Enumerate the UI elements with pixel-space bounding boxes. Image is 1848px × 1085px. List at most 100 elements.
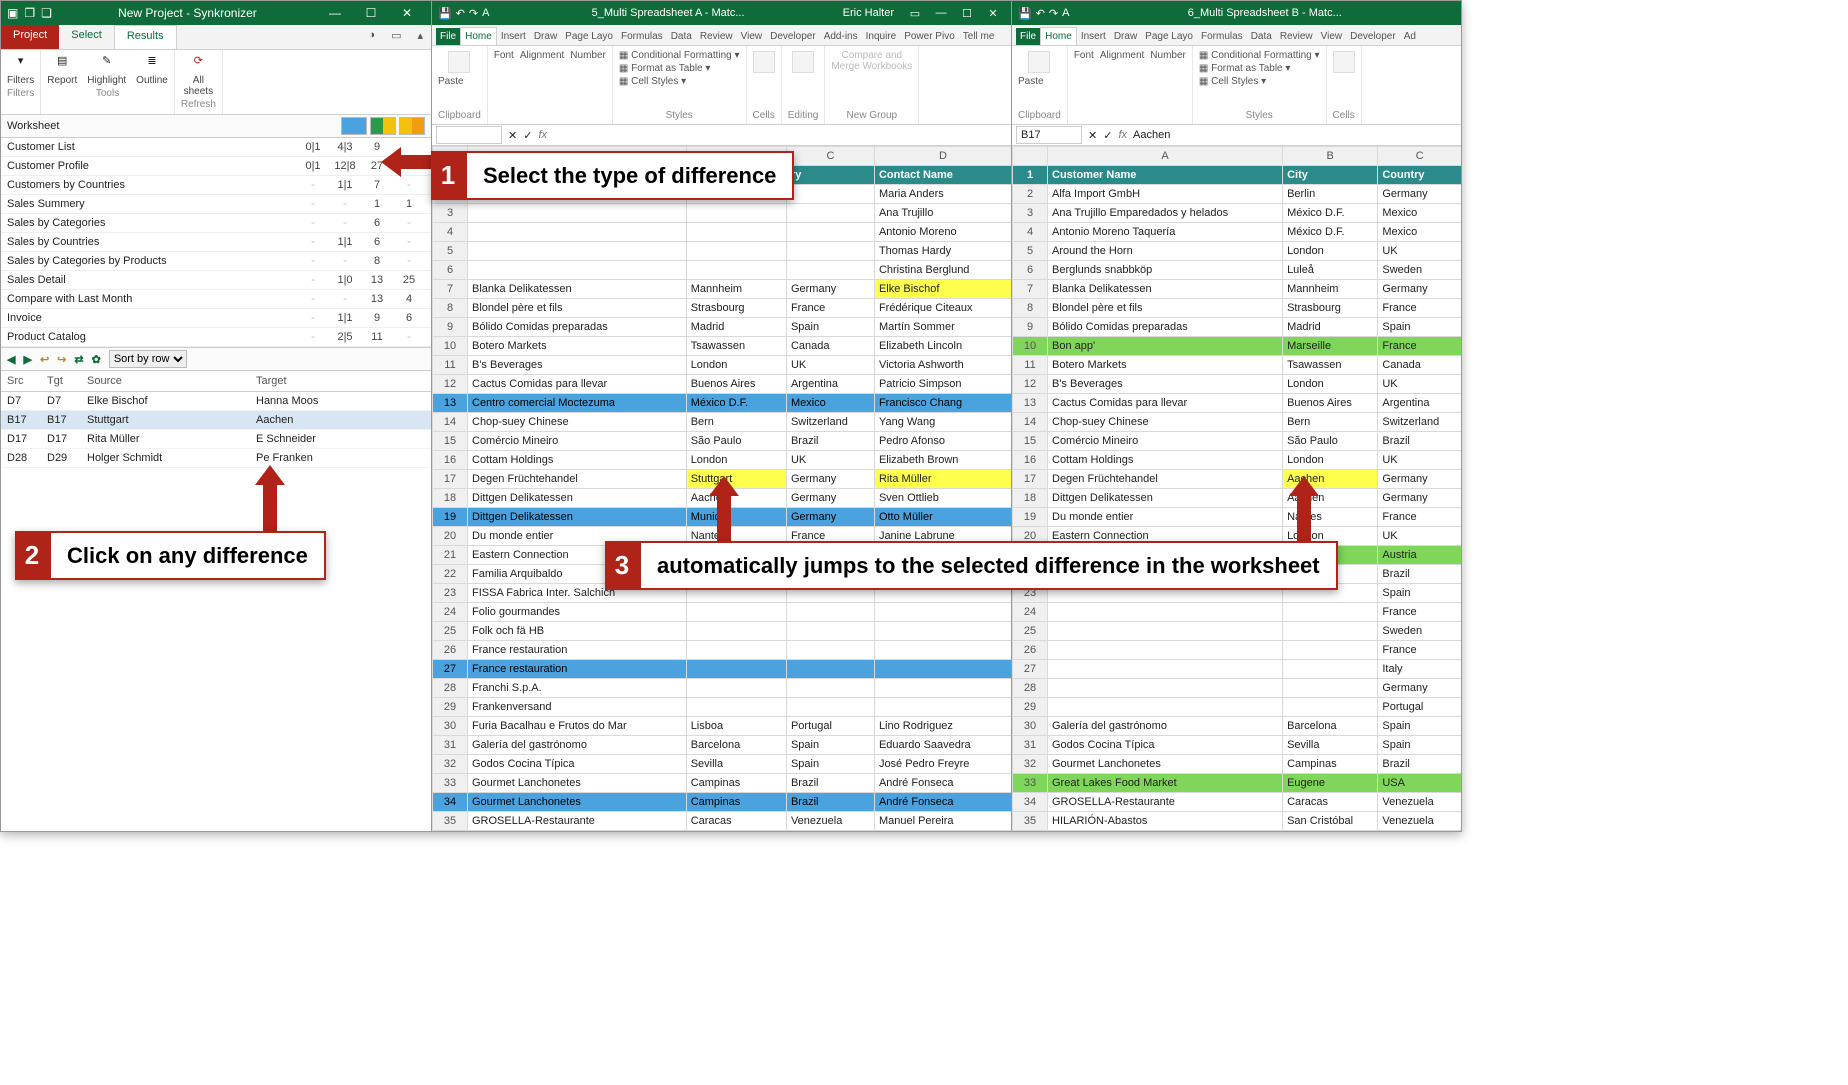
worksheet-row[interactable]: Customer Profile0|112|827- — [1, 157, 431, 176]
ribbon-tab[interactable]: Data — [1247, 28, 1276, 45]
ribbon-tab[interactable]: Home — [460, 27, 497, 45]
fx-cancel-icon[interactable]: ✕ — [508, 129, 517, 142]
fx-ok-icon[interactable]: ✓ — [523, 129, 532, 142]
tab-select[interactable]: Select — [59, 25, 114, 49]
table-row[interactable]: 13Cactus Comidas para llevarBuenos Aires… — [1013, 394, 1462, 413]
redo-icon[interactable]: ↷ — [1049, 7, 1058, 20]
worksheet-row[interactable]: Customer List0|14|39 — [1, 138, 431, 157]
ribbon-tab[interactable]: View — [1317, 28, 1347, 45]
format-table[interactable]: ▦ Format as Table ▾ — [619, 62, 740, 75]
synk-titlebar[interactable]: ▣ ❐ ❏ New Project - Synkronizer — ☐ ✕ — [1, 1, 431, 25]
undo-icon[interactable]: ↶ — [1036, 7, 1045, 20]
table-row[interactable]: 10Bon app'MarseilleFrance — [1013, 337, 1462, 356]
save-icon[interactable]: 💾 — [1018, 7, 1032, 20]
ribbon-tab[interactable]: Page Layo — [1141, 28, 1197, 45]
save-icon[interactable]: 💾 — [438, 7, 452, 20]
excel-a-titlebar[interactable]: 💾 ↶ ↷ A 5_Multi Spreadsheet A - Matc... … — [432, 1, 1012, 25]
table-row[interactable]: 8Blondel père et filsStrasbourgFranceFré… — [433, 299, 1012, 318]
table-row[interactable]: 10Botero MarketsTsawassenCanadaElizabeth… — [433, 337, 1012, 356]
ribbon-tab[interactable]: Inquire — [862, 28, 901, 45]
table-row[interactable]: 12Cactus Comidas para llevarBuenos Aires… — [433, 375, 1012, 394]
table-row[interactable]: 28Germany — [1013, 679, 1462, 698]
worksheet-row[interactable]: Sales Detail-1|01325 — [1, 271, 431, 290]
table-row[interactable]: 25Folk och fä HB — [433, 622, 1012, 641]
editing-icon[interactable] — [792, 51, 814, 73]
table-row[interactable]: 24Folio gourmandes — [433, 603, 1012, 622]
tab-results[interactable]: Results — [114, 25, 177, 49]
ribbon-tab[interactable]: Home — [1040, 27, 1077, 45]
diff-type-c[interactable] — [399, 117, 425, 135]
ribbon-tab[interactable]: Review — [1276, 28, 1317, 45]
undo-icon[interactable]: ↶ — [456, 7, 465, 20]
ribbon-tab[interactable]: Draw — [1110, 28, 1141, 45]
table-row[interactable]: 9Bólido Comidas preparadasMadridSpain — [1013, 318, 1462, 337]
prev-icon[interactable]: ◀ — [7, 353, 15, 366]
ribbon-tab[interactable]: Developer — [766, 28, 820, 45]
table-row[interactable]: 33Gourmet LanchonetesCampinasBrazilAndré… — [433, 774, 1012, 793]
table-row[interactable]: 18Dittgen DelikatessenAachenGermany — [1013, 489, 1462, 508]
diff-row[interactable]: B17B17StuttgartAachen — [1, 411, 431, 430]
table-row[interactable]: 33Great Lakes Food MarketEugeneUSA — [1013, 774, 1462, 793]
table-row[interactable]: 36Hoac Import StoreElginUSA — [1013, 831, 1462, 832]
table-row[interactable]: 35HILARIÓN-AbastosSan CristóbalVenezuela — [1013, 812, 1462, 831]
table-row[interactable]: 27Italy — [1013, 660, 1462, 679]
table-row[interactable]: 9Bólido Comidas preparadasMadridSpainMar… — [433, 318, 1012, 337]
worksheet-row[interactable]: Product Catalog-2|511- — [1, 328, 431, 347]
table-row[interactable]: 6Berglunds snabbköpLuleåSweden — [1013, 261, 1462, 280]
filters-button[interactable]: ▾Filters — [7, 54, 34, 86]
jump-left-icon[interactable]: ↩ — [40, 353, 49, 366]
diff-type-b[interactable] — [370, 117, 396, 135]
table-row[interactable]: 4Antonio Moreno TaqueríaMéxico D.F.Mexic… — [1013, 223, 1462, 242]
next-icon[interactable]: ▶ — [23, 353, 31, 366]
ex-a-close[interactable]: ✕ — [980, 7, 1006, 20]
pane-icon[interactable]: ▭ — [383, 25, 409, 49]
table-row[interactable]: 26France — [1013, 641, 1462, 660]
ribbon-tab[interactable]: Formulas — [1197, 28, 1247, 45]
ex-a-minimize[interactable]: — — [928, 7, 954, 19]
gear-icon[interactable]: ✿ — [92, 353, 101, 366]
ribbon-tab[interactable]: Developer — [1346, 28, 1400, 45]
worksheet-row[interactable]: Sales by Categories by Products--8- — [1, 252, 431, 271]
link-icon[interactable]: ⇄ — [74, 353, 83, 366]
ribbon-tab[interactable]: Insert — [1077, 28, 1110, 45]
ribbon-tab[interactable]: Formulas — [617, 28, 667, 45]
fx-ok-icon[interactable]: ✓ — [1103, 129, 1112, 142]
outline-button[interactable]: ≣Outline — [136, 54, 168, 86]
table-row[interactable]: 15Comércio MineiroSão PauloBrazil — [1013, 432, 1462, 451]
table-row[interactable]: 29Portugal — [1013, 698, 1462, 717]
table-row[interactable]: 30Furia Bacalhau e Frutos do MarLisboaPo… — [433, 717, 1012, 736]
table-row[interactable]: 30Galería del gastrónomoBarcelonaSpain — [1013, 717, 1462, 736]
table-row[interactable]: 2Alfa Import GmbHBerlinGermany — [1013, 185, 1462, 204]
table-row[interactable]: 4Antonio Moreno — [433, 223, 1012, 242]
table-row[interactable]: 16Cottam HoldingsLondonUKElizabeth Brown — [433, 451, 1012, 470]
table-row[interactable]: 16Cottam HoldingsLondonUK — [1013, 451, 1462, 470]
highlight-button[interactable]: ✎Highlight — [87, 54, 126, 86]
diff-type-a[interactable] — [341, 117, 367, 135]
table-row[interactable]: 32Godos Cocina TípicaSevillaSpainJosé Pe… — [433, 755, 1012, 774]
table-row[interactable]: 11Botero MarketsTsawassenCanada — [1013, 356, 1462, 375]
cell-styles[interactable]: ▦ Cell Styles ▾ — [619, 75, 740, 88]
paste-icon[interactable] — [448, 51, 470, 73]
cells-icon[interactable] — [753, 51, 775, 73]
worksheet-row[interactable]: Sales Summery--11 — [1, 195, 431, 214]
tab-project[interactable]: Project — [1, 25, 59, 49]
name-box-a[interactable] — [436, 126, 502, 144]
ribbon-tab[interactable]: Review — [696, 28, 737, 45]
jump-right-icon[interactable]: ↪ — [57, 353, 66, 366]
table-row[interactable]: 13Centro comercial MoctezumaMéxico D.F.M… — [433, 394, 1012, 413]
table-row[interactable]: 34GROSELLA-RestauranteCaracasVenezuela — [1013, 793, 1462, 812]
table-row[interactable]: 19Du monde entierNantesFrance — [1013, 508, 1462, 527]
table-row[interactable]: 14Chop-suey ChineseBernSwitzerlandYang W… — [433, 413, 1012, 432]
table-row[interactable]: 34Gourmet LanchonetesCampinasBrazilAndré… — [433, 793, 1012, 812]
table-row[interactable]: 25Sweden — [1013, 622, 1462, 641]
table-row[interactable]: 12B's BeveragesLondonUK — [1013, 375, 1462, 394]
fx-cancel-icon[interactable]: ✕ — [1088, 129, 1097, 142]
table-row[interactable]: 3Ana Trujillo Emparedados y heladosMéxic… — [1013, 204, 1462, 223]
table-row[interactable]: 31Galería del gastrónomoBarcelonaSpainEd… — [433, 736, 1012, 755]
table-row[interactable]: 5Around the HornLondonUK — [1013, 242, 1462, 261]
table-row[interactable]: 27France restauration — [433, 660, 1012, 679]
help-icon[interactable]: ◑ — [360, 25, 383, 49]
worksheet-row[interactable]: Sales by Categories--6- — [1, 214, 431, 233]
ribbon-tab[interactable]: Page Layo — [561, 28, 617, 45]
table-row[interactable]: 15Comércio MineiroSão PauloBrazilPedro A… — [433, 432, 1012, 451]
